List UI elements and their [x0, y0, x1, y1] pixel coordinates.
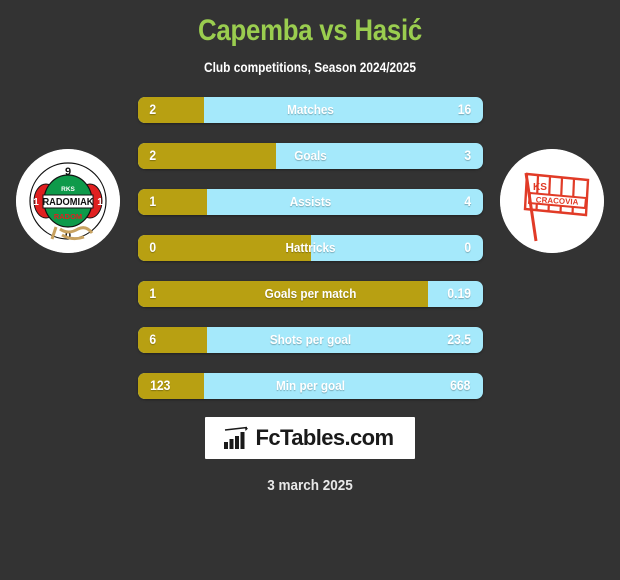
bar-chart-icon	[223, 426, 248, 449]
footer: FcTables.com 3 march 2025	[0, 417, 620, 494]
stat-away-value: 3	[464, 148, 472, 163]
stat-row-hattricks: 0 Hattricks 0	[138, 235, 483, 261]
stat-row-min-per-goal: 123 Min per goal 668	[138, 373, 483, 399]
stat-row-assists: 1 Assists 4	[138, 189, 483, 215]
stat-away-value: 23.5	[447, 332, 471, 347]
stat-away-value: 4	[464, 194, 472, 209]
stat-away-value: 0.19	[447, 286, 471, 301]
stat-row-goals: 2 Goals 3	[138, 143, 483, 169]
svg-text:9: 9	[65, 166, 71, 178]
page-subtitle: Club competitions, Season 2024/2025	[204, 60, 416, 75]
stat-row-goals-per-match: 1 Goals per match 0.19	[138, 281, 483, 307]
comparison-area: RADOMIAK RKS RADOM 9 0 1 1 CRACOVIA KS 2…	[0, 97, 620, 399]
stat-away-value: 0	[464, 240, 472, 255]
fctables-logo-text: FcTables.com	[255, 425, 394, 450]
stat-away-value: 16	[457, 102, 472, 117]
stat-label: Goals	[294, 148, 327, 163]
page-title: Capemba vs Hasić	[198, 14, 422, 47]
svg-text:1: 1	[33, 197, 39, 208]
stat-label: Hattricks	[285, 240, 336, 255]
fctables-logo[interactable]: FcTables.com	[204, 417, 416, 459]
svg-text:RADOMIAK: RADOMIAK	[42, 197, 93, 208]
stat-label: Goals per match	[264, 286, 357, 301]
stat-label: Min per goal	[276, 378, 345, 393]
stat-label: Shots per goal	[269, 332, 352, 347]
cracovia-crest-icon: CRACOVIA KS	[500, 149, 604, 253]
stat-row-matches: 2 Matches 16	[138, 97, 483, 123]
stat-bars-list: 2 Matches 16 2 Goals 3 1 Assists 4 0 Hat…	[138, 97, 483, 399]
home-team-badge: RADOMIAK RKS RADOM 9 0 1 1	[16, 149, 120, 253]
stat-away-value: 668	[450, 378, 471, 393]
away-team-badge: CRACOVIA KS	[500, 149, 604, 253]
svg-text:1: 1	[97, 197, 103, 208]
stat-row-shots-per-goal: 6 Shots per goal 23.5	[138, 327, 483, 353]
svg-text:RKS: RKS	[61, 186, 75, 193]
generated-date: 3 march 2025	[267, 477, 353, 494]
stat-label: Assists	[289, 194, 332, 209]
svg-text:RADOM: RADOM	[54, 212, 82, 221]
stats-comparison-page: Capemba vs Hasić Club competitions, Seas…	[0, 0, 620, 580]
svg-text:KS: KS	[533, 182, 547, 193]
radomiak-radom-crest-icon: RADOMIAK RKS RADOM 9 0 1 1	[16, 149, 120, 253]
stat-label: Matches	[287, 102, 334, 117]
